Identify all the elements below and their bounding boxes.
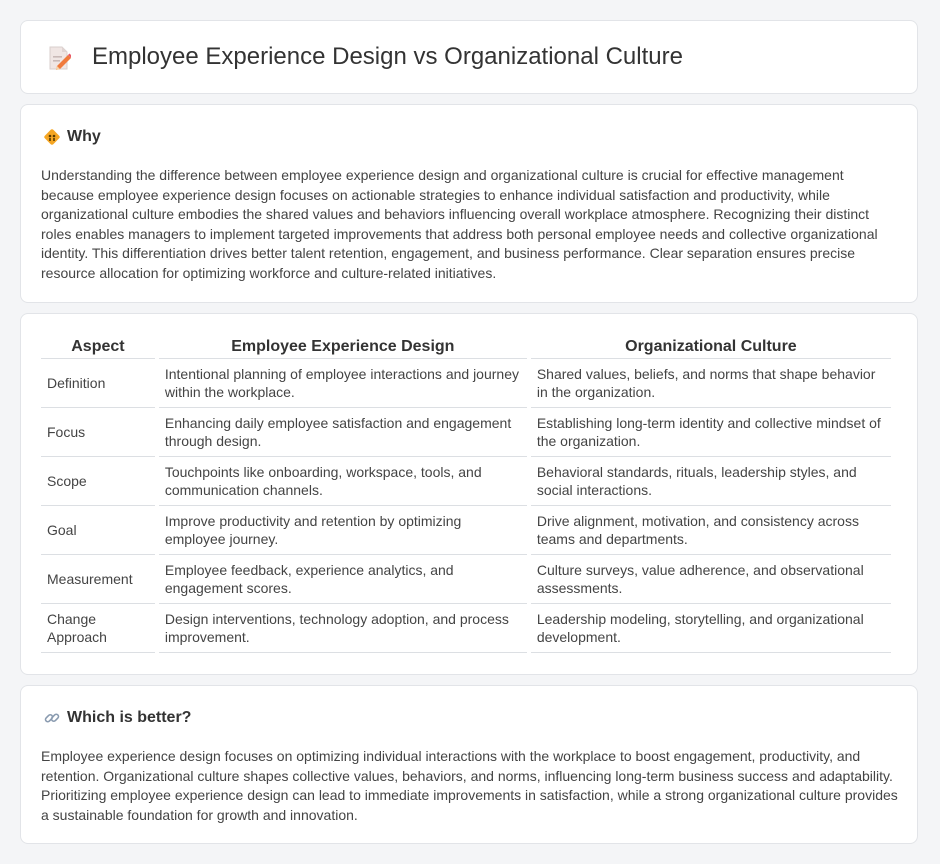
aspect-cell: Definition [41,359,155,408]
table-cell: Shared values, beliefs, and norms that s… [530,359,891,408]
table-cell: Improve productivity and retention by op… [158,506,527,555]
table-row: Definition Intentional planning of emplo… [41,359,891,408]
table-row: Goal Improve productivity and retention … [41,506,891,555]
page-title: Employee Experience Design vs Organizati… [92,43,683,70]
table-row: Focus Enhancing daily employee satisfact… [41,408,891,457]
aspect-cell: Measurement [41,555,155,604]
column-header: Organizational Culture [530,336,891,359]
table-cell: Intentional planning of employee interac… [158,359,527,408]
comparison-section: Aspect Employee Experience Design Organi… [20,313,918,675]
table-cell: Touchpoints like onboarding, workspace, … [158,457,527,506]
table-row: Measurement Employee feedback, experienc… [41,555,891,604]
table-cell: Employee feedback, experience analytics,… [158,555,527,604]
aspect-cell: Goal [41,506,155,555]
table-cell: Establishing long-term identity and coll… [530,408,891,457]
why-section: Why Understanding the difference between… [20,104,918,303]
table-cell: Culture surveys, value adherence, and ob… [530,555,891,604]
column-header: Employee Experience Design [158,336,527,359]
which-is-better-section: Which is better? Employee experience des… [20,685,918,844]
title-card: Employee Experience Design vs Organizati… [20,20,918,94]
comparison-table: Aspect Employee Experience Design Organi… [37,336,895,653]
better-text: Employee experience design focuses on op… [41,748,898,823]
table-cell: Leadership modeling, storytelling, and o… [530,604,891,653]
diamond-sign-icon [44,129,60,145]
table-row: Scope Touchpoints like onboarding, works… [41,457,891,506]
table-cell: Behavioral standards, rituals, leadershi… [530,457,891,506]
why-heading: Why [67,128,101,145]
table-row: Change Approach Design interventions, te… [41,604,891,653]
table-cell: Drive alignment, motivation, and consist… [530,506,891,555]
link-icon [44,713,60,723]
table-cell: Enhancing daily employee satisfaction an… [158,408,527,457]
document-pencil-icon [49,46,71,70]
table-cell: Design interventions, technology adoptio… [158,604,527,653]
aspect-cell: Focus [41,408,155,457]
aspect-cell: Scope [41,457,155,506]
table-header-row: Aspect Employee Experience Design Organi… [41,336,891,359]
column-header: Aspect [41,336,155,359]
why-text: Understanding the difference between emp… [41,167,878,281]
better-heading: Which is better? [67,709,192,726]
aspect-cell: Change Approach [41,604,155,653]
